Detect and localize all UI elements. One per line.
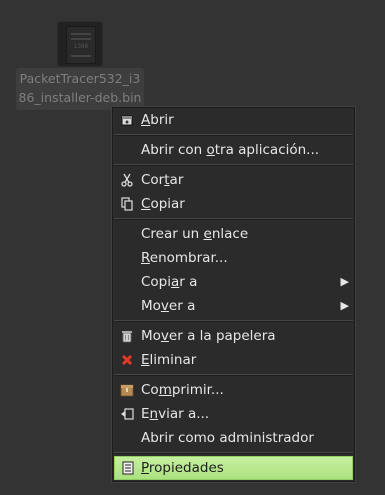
submenu-arrow-icon: ▶ [340,299,349,312]
menu-item-move-to[interactable]: Mover a ▶ [113,294,354,318]
trash-icon [120,329,134,343]
menu-separator [114,218,353,220]
file-thumbnail-icon: i386 [58,22,102,66]
archive-icon [120,383,134,397]
menu-item-move-to-trash[interactable]: Mover a la papelera [113,324,354,348]
thumbnail-text: i386 [73,43,89,50]
menu-separator [114,320,353,322]
menu-separator [114,134,353,136]
open-icon [120,113,134,127]
menu-item-open[interactable]: Abrir [113,108,354,132]
menu-item-delete[interactable]: Eliminar [113,348,354,372]
desktop-file-icon[interactable]: i386 PacketTracer532_i386_installer-deb.… [16,20,144,120]
menu-item-copy-to[interactable]: Copiar a ▶ [113,270,354,294]
send-icon [120,407,134,421]
menu-separator [114,164,353,166]
submenu-arrow-icon: ▶ [340,275,349,288]
file-name-label: PacketTracer532_i386_installer-deb.bin [16,68,144,110]
scissors-icon [120,173,134,187]
menu-separator [114,452,353,454]
menu-item-properties[interactable]: Propiedades [114,456,353,480]
menu-item-open-with[interactable]: Abrir con otra aplicación... [113,138,354,162]
menu-item-compress[interactable]: Comprimir... [113,378,354,402]
menu-separator [114,374,353,376]
menu-item-cut[interactable]: Cortar [113,168,354,192]
menu-item-send-to[interactable]: Enviar a... [113,402,354,426]
properties-icon [121,461,135,475]
menu-item-create-link[interactable]: Crear un enlace [113,222,354,246]
copy-icon [120,197,134,211]
menu-item-copy[interactable]: Copiar [113,192,354,216]
context-menu: Abrir Abrir con otra aplicación... Corta… [112,107,355,482]
delete-icon [120,353,134,367]
menu-item-rename[interactable]: Renombrar... [113,246,354,270]
menu-item-open-as-admin[interactable]: Abrir como administrador [113,426,354,450]
